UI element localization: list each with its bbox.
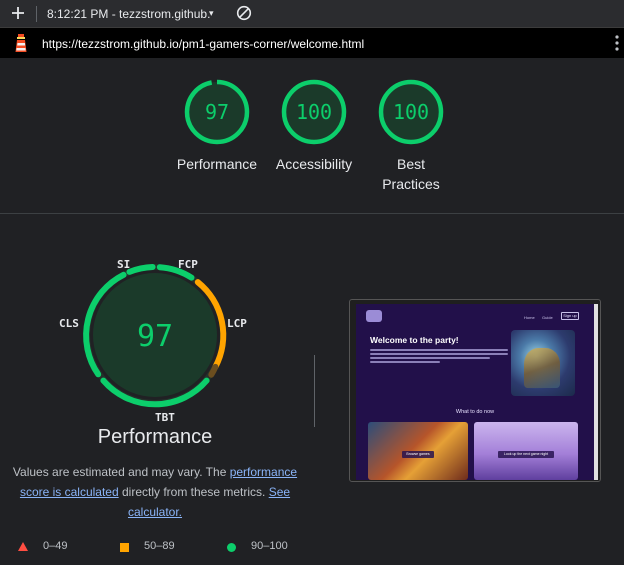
- url-text[interactable]: https://tezzstrom.github.io/pm1-gamers-c…: [42, 37, 364, 51]
- note-text-mid: directly from these metrics.: [118, 485, 269, 499]
- toolbar-separator: [36, 6, 37, 22]
- screenshot-card-game-night: Look up the next game night: [474, 422, 578, 480]
- screenshot-page: Home Guide Sign up Welcome to the party!…: [356, 304, 594, 480]
- best-practices-score: 100: [393, 100, 429, 124]
- legend-fail-range: 0–49: [43, 540, 68, 552]
- metric-tbt-label: TBT: [155, 411, 175, 424]
- screenshot-scrollbar: [594, 304, 598, 480]
- performance-score: 97: [205, 100, 229, 124]
- plus-icon[interactable]: [9, 4, 27, 22]
- score-performance[interactable]: 97 Performance: [162, 78, 272, 174]
- fail-triangle-icon: [18, 542, 28, 551]
- url-bar: https://tezzstrom.github.io/pm1-gamers-c…: [0, 28, 624, 58]
- screenshot-nav-home: Home: [524, 315, 535, 320]
- score-accessibility[interactable]: 100 Accessibility: [259, 78, 369, 174]
- page-screenshot-thumbnail[interactable]: Home Guide Sign up Welcome to the party!…: [349, 299, 601, 482]
- chevron-down-icon[interactable]: ▾: [209, 8, 214, 19]
- performance-big-score: 97: [137, 319, 173, 354]
- performance-gauge: 97: [184, 79, 250, 145]
- lighthouse-icon: [15, 34, 27, 52]
- screenshot-card1-button: Browse games: [402, 451, 434, 458]
- note-text-start: Values are estimated and may vary. The: [12, 465, 230, 479]
- metric-si-label: SI: [117, 258, 131, 271]
- section-divider: [0, 213, 624, 214]
- screenshot-nav-guide: Guide: [542, 315, 553, 320]
- legend-average-range: 50–89: [144, 540, 175, 552]
- vertical-divider: [314, 355, 315, 427]
- metric-gauge: 97: [83, 264, 227, 408]
- metric-cls-label: CLS: [59, 317, 79, 330]
- screenshot-hero-figure: [524, 348, 560, 388]
- accessibility-score: 100: [296, 100, 332, 124]
- kebab-menu-icon[interactable]: [614, 34, 620, 52]
- metric-lcp-label: LCP: [227, 317, 247, 330]
- screenshot-heading: Welcome to the party!: [370, 335, 459, 345]
- best-practices-gauge: 100: [378, 79, 444, 145]
- performance-title: Performance: [97, 426, 213, 448]
- screenshot-card2-button: Look up the next game night: [498, 451, 554, 458]
- gauge-segment-lcp-remaining: [208, 363, 219, 378]
- performance-detail-gauge: 97 SI FCP LCP TBT CLS: [55, 250, 255, 430]
- performance-label: Performance: [176, 156, 258, 172]
- devtools-toolbar: 8:12:21 PM - tezzstrom.github. ▾: [0, 0, 624, 28]
- accessibility-label: Accessibility: [275, 156, 353, 172]
- legend-pass-range: 90–100: [251, 540, 288, 552]
- metric-fcp-label: FCP: [178, 258, 198, 271]
- screenshot-signup: Sign up: [561, 312, 579, 320]
- performance-note: Values are estimated and may vary. The p…: [10, 462, 300, 522]
- average-square-icon: [120, 543, 129, 552]
- report-selector[interactable]: 8:12:21 PM - tezzstrom.github.: [47, 7, 210, 21]
- accessibility-gauge: 100: [281, 79, 347, 145]
- screenshot-subheading: What to do now: [455, 409, 495, 415]
- gauge-segment-si: [126, 264, 156, 275]
- score-best-practices[interactable]: 100 Best Practices: [356, 78, 466, 194]
- score-summary: 97 Performance 100 Accessibility 100 Bes…: [0, 58, 624, 213]
- best-practices-label: Best Practices: [382, 156, 440, 192]
- pass-circle-icon: [227, 543, 236, 552]
- block-icon[interactable]: [236, 5, 252, 21]
- screenshot-card-games: Browse games: [368, 422, 468, 480]
- gamepad-logo-icon: [366, 310, 382, 322]
- screenshot-paragraph: [370, 349, 510, 365]
